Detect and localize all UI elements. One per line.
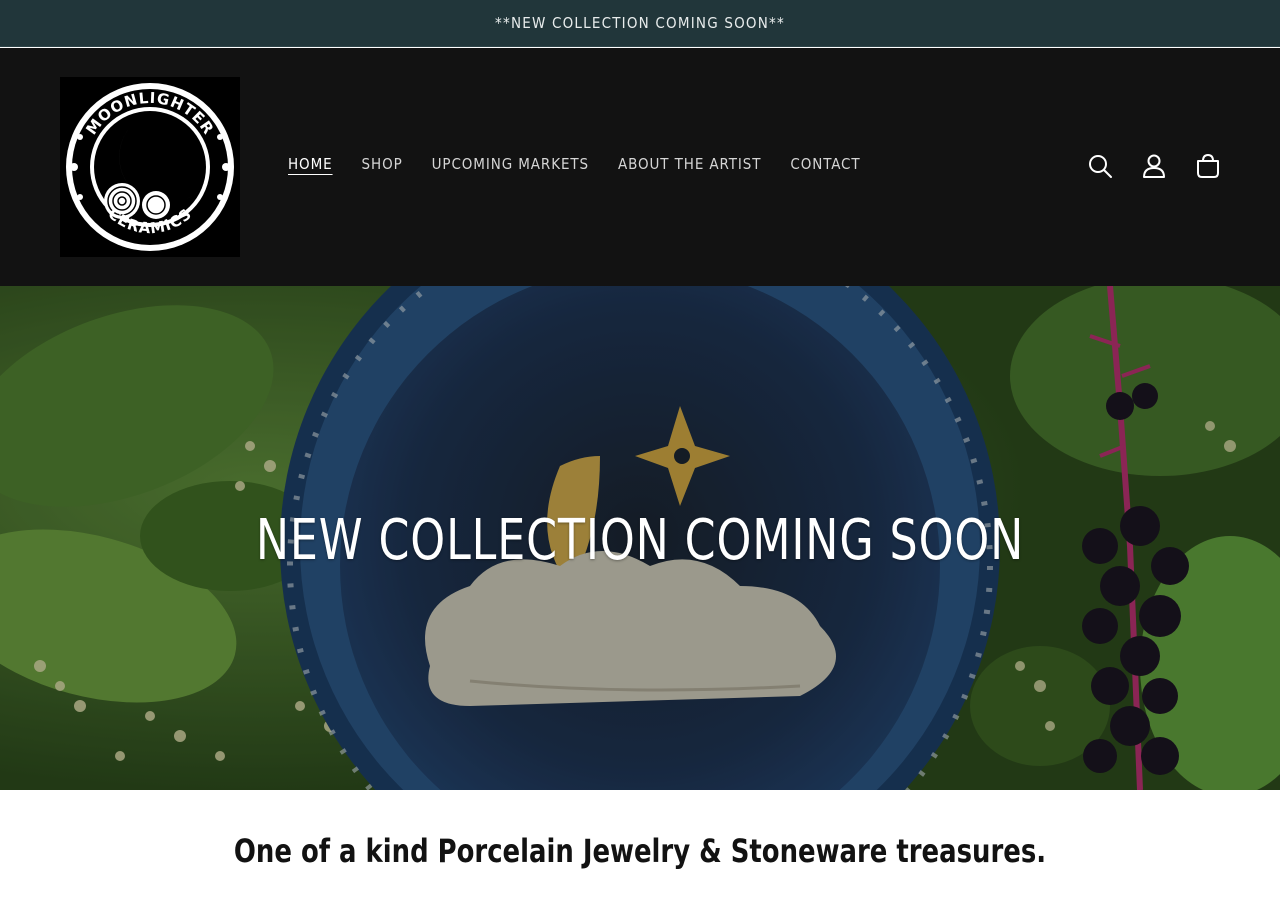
logo[interactable]: MOONLIGHTER CERAMICS — [60, 77, 240, 257]
main-nav: HOME SHOP UPCOMING MARKETS ABOUT THE ART… — [288, 155, 861, 177]
header-icons — [1086, 152, 1222, 180]
announcement-text: **NEW COLLECTION COMING SOON** — [495, 14, 785, 32]
site-header: MOONLIGHTER CERAMICS HOME SHOP UPCOMING … — [0, 48, 1280, 286]
tagline-section: One of a kind Porcelain Jewelry & Stonew… — [0, 790, 1280, 900]
nav-item-contact[interactable]: CONTACT — [790, 155, 860, 177]
nav-item-upcoming-markets[interactable]: UPCOMING MARKETS — [432, 155, 589, 177]
nav-item-shop[interactable]: SHOP — [362, 155, 403, 177]
nav-item-about-the-artist[interactable]: ABOUT THE ARTIST — [618, 155, 761, 177]
cart-icon[interactable] — [1194, 152, 1222, 180]
nav-item-home[interactable]: HOME — [288, 155, 333, 177]
account-icon[interactable] — [1140, 152, 1168, 180]
announcement-bar: **NEW COLLECTION COMING SOON** — [0, 0, 1280, 47]
hero-banner: NEW COLLECTION COMING SOON — [0, 286, 1280, 790]
hero-title: NEW COLLECTION COMING SOON — [255, 508, 1025, 573]
search-icon[interactable] — [1086, 152, 1114, 180]
tagline: One of a kind Porcelain Jewelry & Stonew… — [233, 832, 1047, 870]
